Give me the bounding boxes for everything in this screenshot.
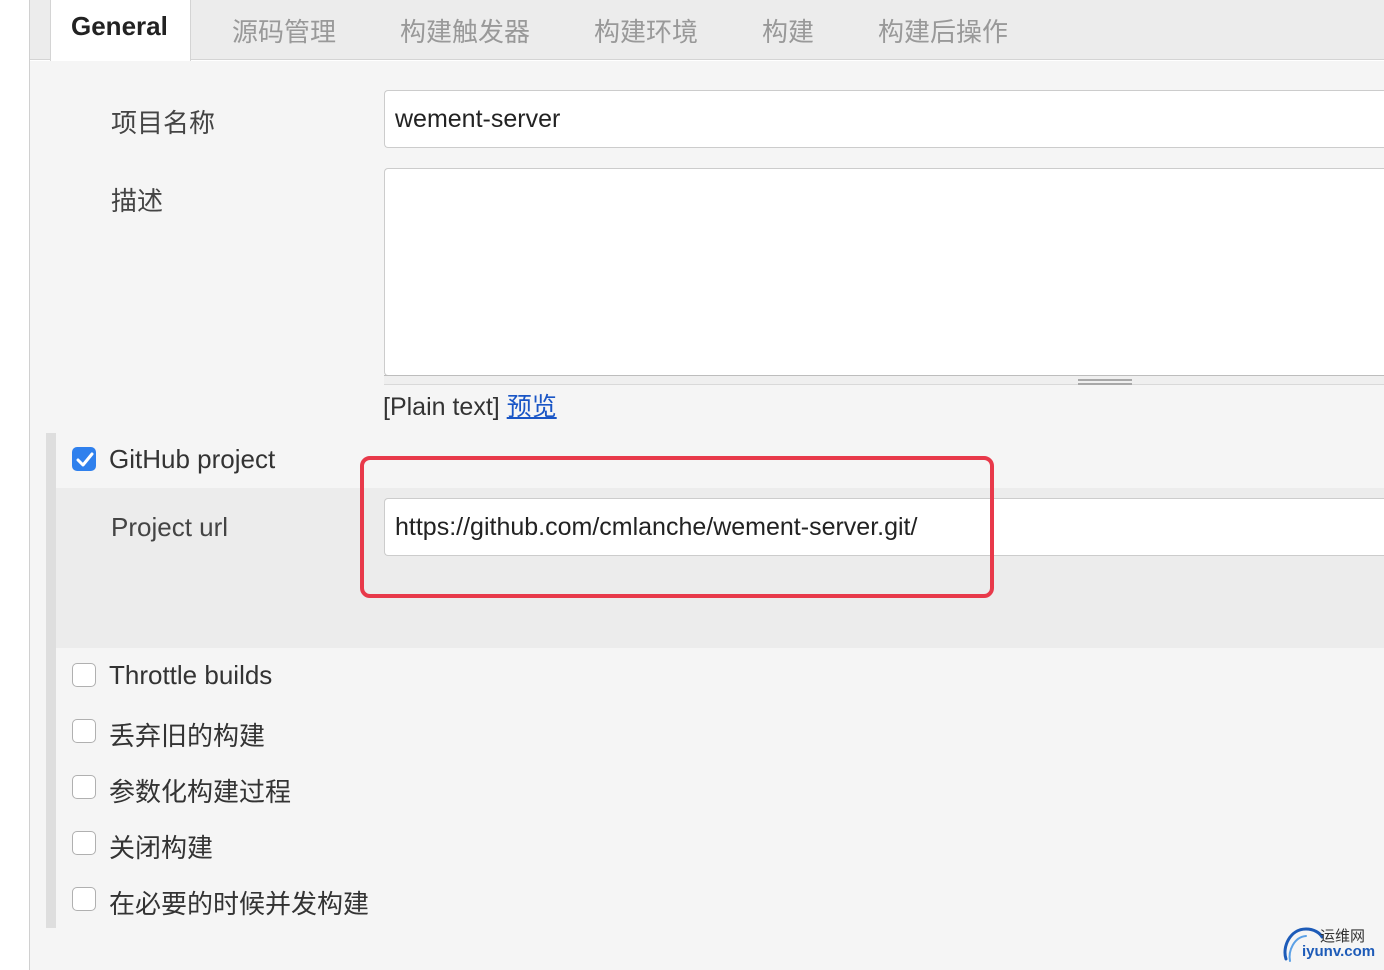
- tab-post-build-actions[interactable]: 构建后操作: [878, 0, 1008, 60]
- description-label: 描述: [111, 186, 164, 216]
- project-name-label: 项目名称: [111, 108, 216, 138]
- general-section: 项目名称 描述 [Plain text] 预览 GitHub project P…: [30, 61, 1384, 970]
- parameterized-build-label: 参数化构建过程: [109, 777, 292, 807]
- plain-text-label: [Plain text]: [383, 393, 500, 421]
- concurrent-build-checkbox[interactable]: [72, 887, 96, 911]
- project-url-input[interactable]: [384, 498, 1384, 556]
- options-section-bar: [46, 433, 56, 928]
- checkmark-icon: [76, 452, 94, 467]
- resize-grip[interactable]: [1078, 379, 1132, 385]
- preview-link[interactable]: 预览: [507, 393, 557, 421]
- throttle-builds-label: Throttle builds: [109, 660, 273, 690]
- discard-old-builds-checkbox[interactable]: [72, 719, 96, 743]
- tab-build-environment[interactable]: 构建环境: [594, 0, 698, 60]
- project-url-label: Project url: [111, 512, 229, 542]
- disable-build-checkbox[interactable]: [72, 831, 96, 855]
- throttle-builds-checkbox[interactable]: [72, 663, 96, 687]
- disable-build-label: 关闭构建: [109, 833, 214, 863]
- concurrent-build-label: 在必要的时候并发构建: [109, 889, 370, 919]
- description-textarea[interactable]: [384, 168, 1384, 376]
- description-format-hint: [Plain text] 预览: [383, 387, 557, 423]
- github-project-label: GitHub project: [109, 444, 276, 474]
- discard-old-builds-label: 丢弃旧的构建: [109, 721, 266, 751]
- parameterized-build-checkbox[interactable]: [72, 775, 96, 799]
- watermark-logo: 运维网 iyunv.com: [1280, 923, 1384, 967]
- tab-build-triggers[interactable]: 构建触发器: [400, 0, 530, 60]
- left-gutter: [0, 0, 30, 970]
- tab-source-code-management[interactable]: 源码管理: [232, 0, 336, 60]
- config-tab-bar: General 源码管理 构建触发器 构建环境 构建 构建后操作: [30, 0, 1384, 61]
- tab-build[interactable]: 构建: [762, 0, 814, 60]
- textarea-resize-bar: [384, 375, 1384, 385]
- tab-general[interactable]: General: [50, 0, 191, 61]
- watermark-en-text: iyunv.com: [1302, 943, 1376, 960]
- github-project-checkbox[interactable]: [72, 447, 96, 471]
- project-name-input[interactable]: [384, 90, 1384, 148]
